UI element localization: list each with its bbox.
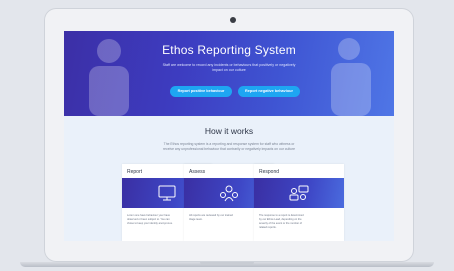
conversation-icon <box>289 185 309 201</box>
report-card-text: Lorem one have behaviour your have obser… <box>127 214 173 225</box>
respond-card: Respond The response to a report is dete… <box>254 164 344 241</box>
assess-card-text: All reports are reviewed by our trained … <box>189 214 233 221</box>
assess-card-title: Assess <box>189 169 206 175</box>
how-it-works-title: How it works <box>204 126 254 136</box>
how-it-works-subtitle: The Ethos reporting system is a reportin… <box>163 142 295 151</box>
camera-icon <box>230 17 236 23</box>
respond-card-title: Respond <box>259 169 280 175</box>
report-positive-button[interactable]: Report positive behaviour <box>170 86 232 97</box>
report-negative-button[interactable]: Report negative behaviour <box>238 86 300 97</box>
monitor-icon <box>158 185 176 201</box>
page-title: Ethos Reporting System <box>162 43 296 57</box>
report-card-title: Report <box>127 169 143 175</box>
laptop-hinge-notch <box>200 262 254 265</box>
hero-banner: Ethos Reporting System Staff are welcome… <box>64 31 394 116</box>
respond-card-banner <box>254 178 344 208</box>
screen: Ethos Reporting System Staff are welcome… <box>64 31 394 241</box>
team-icon <box>220 185 238 202</box>
respond-card-text: The response to a report is determined b… <box>259 214 304 229</box>
hero-subtitle: Staff are welcome to record any incident… <box>162 63 296 72</box>
